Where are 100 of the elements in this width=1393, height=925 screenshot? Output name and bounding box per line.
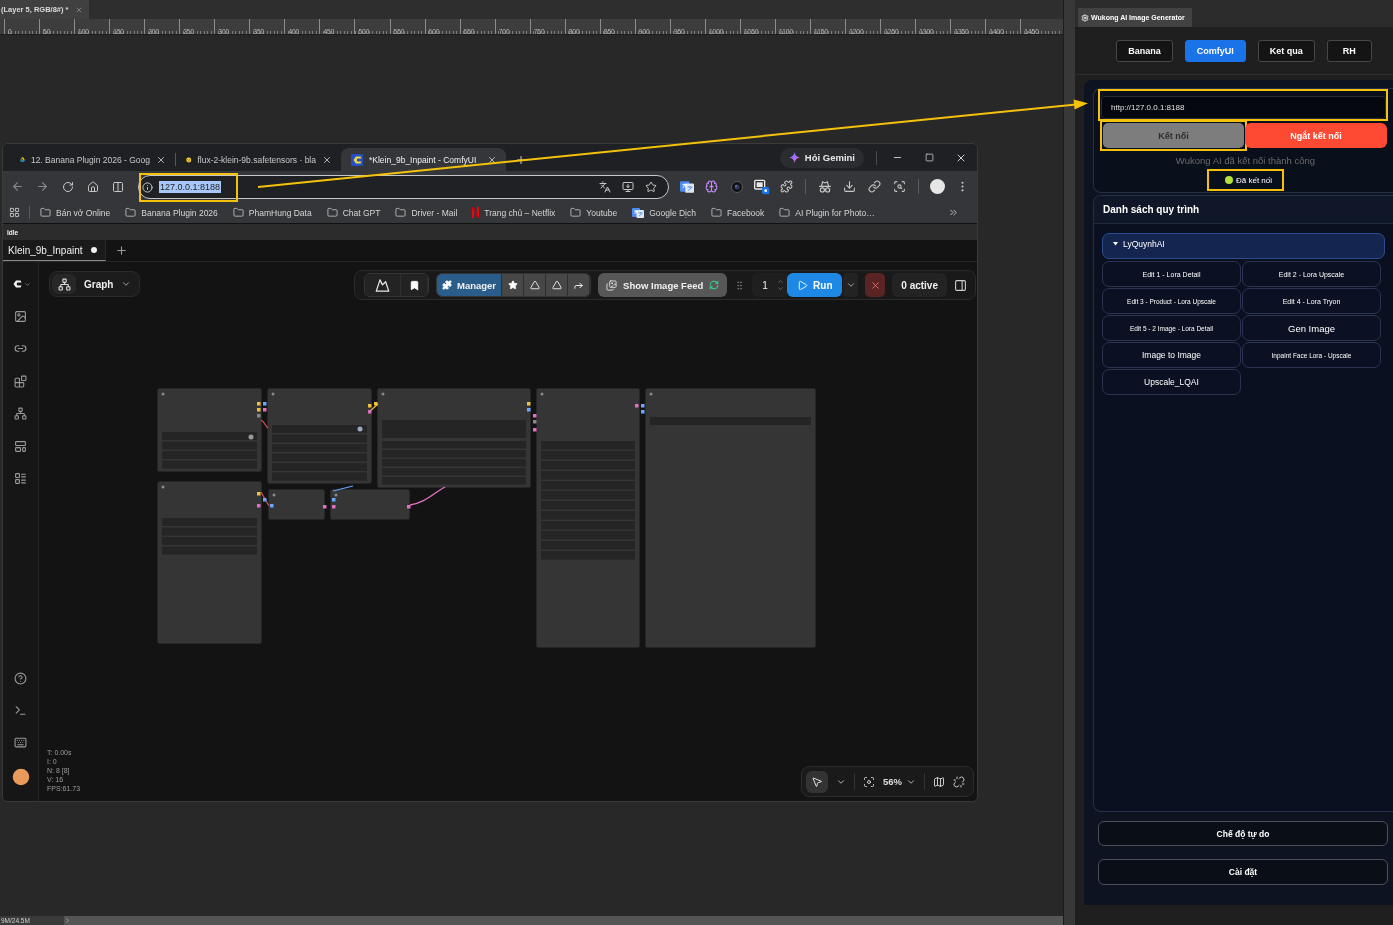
share-button[interactable] bbox=[568, 274, 591, 296]
lens-icon[interactable] bbox=[730, 180, 743, 193]
images-icon bbox=[606, 279, 618, 291]
n-logo-icon bbox=[472, 207, 480, 218]
chevron-down-icon bbox=[845, 280, 856, 290]
panel-button[interactable]: Chế độ tự do bbox=[1098, 821, 1388, 846]
star-button[interactable] bbox=[502, 274, 525, 296]
install-icon[interactable] bbox=[621, 180, 634, 193]
folder-icon bbox=[232, 207, 244, 218]
image-icon[interactable] bbox=[14, 309, 27, 323]
link-icon[interactable] bbox=[14, 342, 27, 355]
map-icon[interactable] bbox=[933, 775, 945, 788]
browser-tab[interactable]: flux-2-klein-9b.safetensors · bla bbox=[176, 148, 341, 171]
folder-icon bbox=[326, 207, 338, 218]
chevron-down-icon[interactable] bbox=[23, 280, 31, 288]
window-badge-icon[interactable] bbox=[753, 178, 770, 195]
list-icon[interactable] bbox=[14, 472, 27, 485]
workflow-tab[interactable]: Klein_9b_Inpaint bbox=[3, 240, 106, 261]
stop-button[interactable] bbox=[865, 273, 886, 297]
gemini-button[interactable]: Hỏi Gemini bbox=[779, 147, 864, 168]
forward-icon[interactable] bbox=[36, 180, 49, 193]
triangle-button[interactable] bbox=[546, 274, 569, 296]
bookmark-button[interactable] bbox=[401, 274, 429, 296]
blocks-icon[interactable] bbox=[14, 374, 27, 388]
info-icon[interactable] bbox=[142, 181, 153, 193]
bookmark[interactable]: Facebook bbox=[711, 207, 765, 218]
tab-search-icon[interactable] bbox=[893, 180, 906, 193]
image-feed-button[interactable]: Show Image Feed bbox=[598, 273, 728, 297]
close-icon[interactable] bbox=[487, 154, 497, 165]
brain-icon[interactable] bbox=[705, 180, 718, 193]
layout-icon[interactable] bbox=[14, 439, 27, 453]
zoom-button[interactable]: 56% bbox=[883, 776, 916, 787]
star-icon bbox=[507, 280, 518, 290]
terminal-icon[interactable] bbox=[14, 704, 27, 717]
link-icon[interactable] bbox=[868, 180, 881, 193]
panel-tab[interactable]: RH bbox=[1326, 40, 1372, 62]
run-button[interactable]: Run bbox=[787, 273, 843, 297]
sparkle-icon bbox=[788, 152, 800, 163]
queue-button[interactable]: 0 active bbox=[892, 273, 947, 297]
bookmark[interactable]: Chat GPT bbox=[326, 207, 381, 218]
workflow-button[interactable]: Upscale_LQAI bbox=[1102, 369, 1241, 395]
browser-tab[interactable]: 12. Banana Plugin 2026 - Goog bbox=[10, 148, 175, 171]
download-icon[interactable] bbox=[843, 180, 856, 193]
translate-icon[interactable] bbox=[598, 180, 611, 193]
avatar-icon[interactable] bbox=[11, 768, 30, 786]
bookmark[interactable]: Banana Plugin 2026 bbox=[125, 207, 218, 218]
folder-icon bbox=[711, 207, 722, 218]
star-icon[interactable] bbox=[644, 180, 657, 193]
panel-tab[interactable]: ComfyUI bbox=[1184, 40, 1246, 62]
bookmark[interactable]: Driver - Mail bbox=[395, 207, 458, 218]
network-icon bbox=[52, 274, 76, 294]
incognito-icon[interactable] bbox=[817, 179, 832, 194]
triangle-icon bbox=[529, 280, 540, 290]
pointer-tool-button[interactable] bbox=[806, 770, 828, 793]
workflow-button[interactable]: Gen Image bbox=[1242, 315, 1381, 341]
focus-icon[interactable] bbox=[863, 775, 875, 788]
folder-icon bbox=[570, 207, 582, 218]
reload-icon[interactable] bbox=[61, 180, 74, 193]
keyboard-icon[interactable] bbox=[14, 736, 27, 749]
chevron-down-icon bbox=[121, 279, 132, 289]
graph-button[interactable]: Graph bbox=[49, 271, 141, 297]
bookmark[interactable]: AI Plugin for Photo… bbox=[779, 207, 875, 218]
puzzle-icon[interactable] bbox=[780, 180, 793, 193]
bookmark[interactable]: PhamHung Data bbox=[232, 207, 312, 218]
manager-button[interactable]: Manager bbox=[437, 274, 503, 296]
panel-tab[interactable]: Banana bbox=[1116, 40, 1173, 62]
maximize-icon[interactable] bbox=[924, 153, 934, 162]
apps-icon[interactable] bbox=[9, 207, 20, 218]
profile-avatar[interactable] bbox=[930, 179, 945, 194]
status-label: Đã kết nối bbox=[1236, 175, 1272, 185]
folder-icon bbox=[40, 207, 51, 218]
panel-button[interactable]: Cài đặt bbox=[1098, 859, 1388, 885]
bookmark[interactable]: Youtube bbox=[570, 207, 618, 218]
double-chevron-icon[interactable] bbox=[948, 207, 959, 218]
refresh-icon bbox=[709, 280, 720, 290]
bookmark[interactable]: Google Dịch bbox=[632, 206, 696, 219]
puzzle-icon bbox=[442, 280, 452, 290]
network-icon[interactable] bbox=[14, 407, 27, 420]
workflow-button[interactable]: Image to Image bbox=[1102, 342, 1241, 368]
panel-tab[interactable]: Ket qua bbox=[1257, 40, 1315, 62]
panel-icon[interactable] bbox=[954, 278, 967, 292]
url-field[interactable]: http://127.0.0.1:8188 bbox=[1101, 96, 1386, 119]
c-logo-icon bbox=[351, 153, 363, 166]
folder-icon bbox=[125, 207, 137, 218]
home-icon[interactable] bbox=[86, 180, 99, 193]
bookmark[interactable]: Trang chủ – Netflix bbox=[472, 207, 556, 218]
back-icon[interactable] bbox=[11, 180, 24, 193]
address-bar[interactable]: 127.0.0.1:8188 bbox=[138, 174, 669, 199]
triangle-button[interactable] bbox=[524, 274, 547, 296]
bookmark[interactable]: Bán vở Online bbox=[40, 207, 111, 218]
unlink-icon[interactable] bbox=[953, 775, 965, 788]
browser-tab[interactable]: *Klein_9b_Inpaint - ComfyUI bbox=[341, 148, 506, 171]
new-tab-icon[interactable] bbox=[115, 244, 128, 257]
help-icon[interactable] bbox=[14, 672, 27, 685]
chevron-right-icon[interactable] bbox=[63, 917, 71, 924]
close-icon[interactable] bbox=[322, 154, 332, 165]
close-icon[interactable] bbox=[156, 154, 166, 165]
group-header[interactable]: LyQuynhAI bbox=[1102, 233, 1385, 259]
split-view-icon[interactable] bbox=[111, 180, 124, 193]
manager-logo-button[interactable] bbox=[365, 274, 402, 296]
